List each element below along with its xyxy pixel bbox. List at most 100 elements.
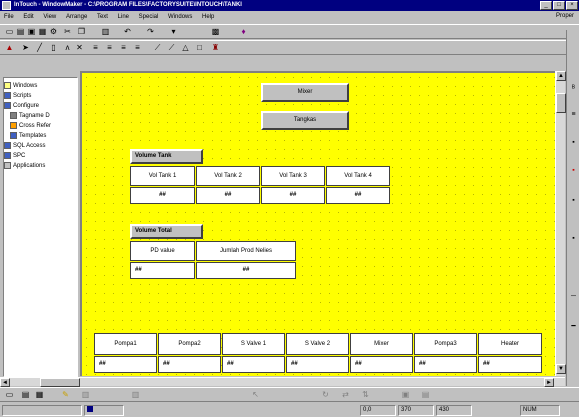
s-valve-2-value: ## [286, 356, 349, 373]
menu-line[interactable]: Line [114, 12, 133, 23]
scroll-thumb[interactable] [556, 93, 566, 113]
draw-toolbar: ▲ ➤ ╱ ▯ ʌ ✕ ≡ ≡ ≡ ≡ ⟋ ⟋ △ □ ♜ [0, 40, 579, 55]
minimize-button[interactable]: _ [540, 1, 552, 10]
configure-icon [4, 102, 11, 109]
tree-item-windows[interactable]: Windows [4, 82, 37, 91]
tree-item-sql[interactable]: SQL Access [4, 142, 45, 151]
maximize-button[interactable]: □ [553, 1, 565, 10]
menu-file[interactable]: File [0, 12, 18, 23]
shape-tool-icon[interactable]: ▯ [48, 43, 59, 53]
menu-arrange[interactable]: Arrange [62, 12, 91, 23]
s-valve-1-label: S Valve 1 [222, 333, 285, 355]
menu-text[interactable]: Text [93, 12, 112, 23]
mirror-icon[interactable]: ⇅ [360, 390, 371, 400]
text-color-icon[interactable]: ▪ [569, 196, 578, 205]
menu-special[interactable]: Special [135, 12, 163, 23]
database-icon [4, 142, 11, 149]
polyline-icon[interactable]: ⟋ [166, 43, 177, 53]
copy-icon[interactable]: ❐ [76, 27, 87, 37]
undo-icon[interactable]: ↶ [122, 27, 133, 37]
scroll-right-icon[interactable]: ► [544, 378, 554, 387]
grid-icon[interactable]: ▦ [34, 390, 45, 400]
cut-icon[interactable]: ✂ [62, 27, 73, 37]
line-tool-icon[interactable]: ╱ [34, 43, 45, 53]
paste-icon[interactable]: ▥ [100, 27, 111, 37]
bold-icon[interactable]: ᴮ [569, 84, 578, 93]
layout-icon[interactable]: ▥ [80, 390, 91, 400]
window-title: InTouch - WindowMaker - C:\PROGRAM FILES… [14, 2, 242, 8]
tree-item-templates[interactable]: Templates [10, 132, 46, 141]
mixer-button[interactable]: Mixer [261, 83, 349, 102]
save-icon[interactable]: ▣ [26, 27, 37, 37]
new-icon[interactable]: ▭ [4, 27, 15, 37]
pointer-icon[interactable]: ➤ [20, 43, 31, 53]
design-canvas[interactable]: Mixer Tangkas Volume Tank Vol Tank 1 Vol… [80, 71, 555, 376]
vol-tank-2-value: ## [196, 187, 260, 204]
line-color-icon[interactable]: ▪ [569, 166, 578, 175]
tree-item-scripts[interactable]: Scripts [4, 92, 31, 101]
close-tool-icon[interactable]: ✕ [74, 43, 85, 53]
menu-view[interactable]: View [39, 12, 60, 23]
open-icon[interactable]: ▤ [15, 27, 26, 37]
print-icon[interactable]: ▦ [37, 27, 48, 37]
align-center-icon[interactable]: ≡ [104, 43, 115, 53]
tree-item-cross-ref[interactable]: Cross Refer [10, 122, 51, 131]
h-scroll-thumb[interactable] [40, 378, 80, 387]
mixer-label: Mixer [350, 333, 413, 355]
tree-item-tagname[interactable]: Tagname D [10, 112, 50, 121]
menu-help[interactable]: Help [198, 12, 218, 23]
tree-item-spc[interactable]: SPC [4, 152, 25, 161]
wizard-icon[interactable]: ♦ [238, 27, 249, 37]
bottom-toolbar: ▭ ▤ ▦ ✎ ▥ ▥ ↖ ↻ ⇄ ⇅ ▣ ▤ [0, 387, 579, 402]
group-icon[interactable]: ▣ [400, 390, 411, 400]
vertical-scrollbar[interactable]: ▲ ▼ [555, 71, 566, 376]
rectangle-icon[interactable]: □ [194, 43, 205, 53]
close-button[interactable]: × [566, 1, 578, 10]
align-left-icon[interactable]: ≡ [90, 43, 101, 53]
tag-icon [10, 112, 17, 119]
tangkas-button[interactable]: Tangkas [261, 111, 349, 130]
scroll-left-icon[interactable]: ◄ [0, 378, 10, 387]
script-icon [4, 92, 11, 99]
tree-item-configure[interactable]: Configure [4, 102, 39, 111]
align-top-icon[interactable]: ≡ [132, 43, 143, 53]
bitmap-icon[interactable]: ♜ [210, 43, 221, 53]
menu-edit[interactable]: Edit [19, 12, 37, 23]
triangle-icon[interactable]: △ [180, 43, 191, 53]
flip-icon[interactable]: ⇄ [340, 390, 351, 400]
fill-color-icon[interactable]: ▪ [569, 138, 578, 147]
text-tool-icon[interactable]: ʌ [62, 43, 73, 53]
runtime-icon[interactable]: ▩ [210, 27, 221, 37]
pencil-icon[interactable]: ✎ [60, 390, 71, 400]
status-indicator [84, 405, 124, 416]
dropdown-icon[interactable]: ▾ [168, 27, 179, 37]
menu-bar: File Edit View Arrange Text Line Special… [0, 12, 579, 23]
align-icon[interactable]: ≡ [569, 110, 578, 119]
tree-item-applications[interactable]: Applications [4, 162, 45, 171]
ungroup-icon[interactable]: ▤ [420, 390, 431, 400]
redo-icon[interactable]: ↷ [145, 27, 156, 37]
settings-icon[interactable]: ⚙ [48, 27, 59, 37]
window-icon[interactable]: ▭ [4, 390, 15, 400]
scroll-up-icon[interactable]: ▲ [556, 71, 566, 81]
rotate-icon[interactable]: ↻ [320, 390, 331, 400]
arrow-up-icon[interactable]: ↖ [250, 390, 261, 400]
status-message [2, 405, 82, 416]
menu-windows[interactable]: Windows [164, 12, 196, 23]
line-icon[interactable]: ⟋ [152, 43, 163, 53]
application-icon [4, 162, 11, 169]
horizontal-scrollbar[interactable]: ◄ ► [0, 377, 565, 387]
scroll-down-icon[interactable]: ▼ [556, 364, 566, 374]
status-position: 0,0 [360, 405, 396, 416]
align-right-icon[interactable]: ≡ [118, 43, 129, 53]
list-icon[interactable]: ▤ [20, 390, 31, 400]
line-width-icon[interactable]: ━ [569, 322, 578, 331]
pompa2-label: Pompa2 [158, 333, 221, 355]
window-color-icon[interactable]: ▪ [569, 234, 578, 243]
title-bar: InTouch - WindowMaker - C:\PROGRAM FILES… [0, 0, 579, 11]
select-icon[interactable]: ▲ [4, 43, 15, 53]
copy-format-icon[interactable]: ▥ [130, 390, 141, 400]
line-style-icon[interactable]: ─ [569, 292, 578, 301]
vol-tank-3-label: Vol Tank 3 [261, 166, 325, 186]
jumlah-prod-value: ## [196, 262, 296, 279]
